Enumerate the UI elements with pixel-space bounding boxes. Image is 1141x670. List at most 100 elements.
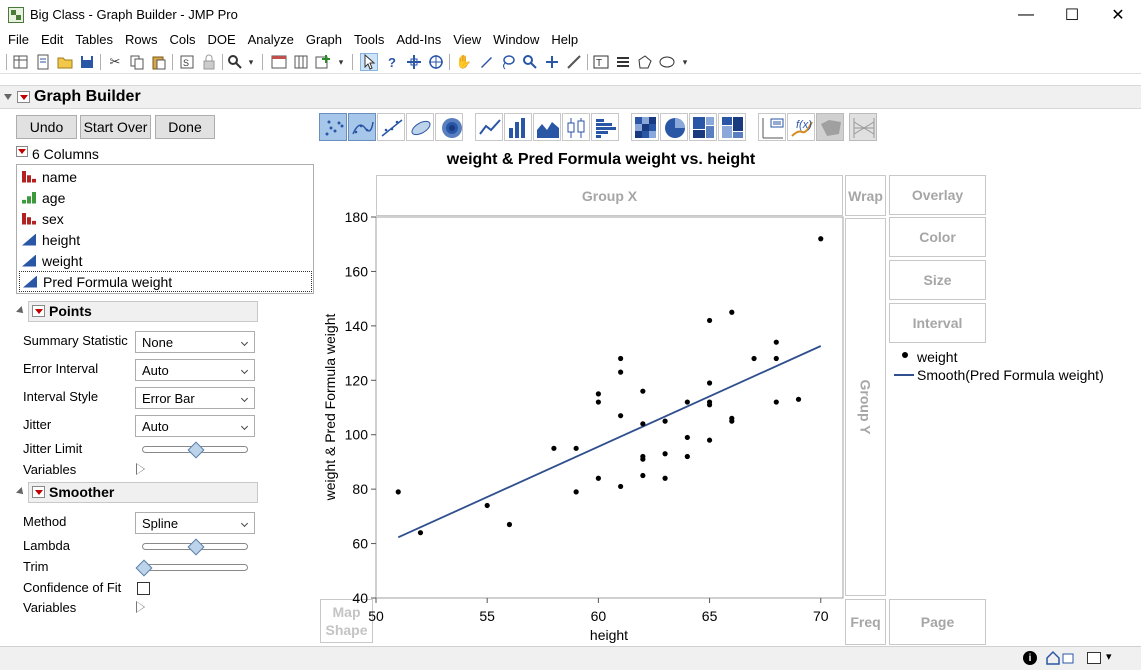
data-table-icon[interactable] bbox=[270, 53, 288, 71]
search-dropdown-icon[interactable]: ▾ bbox=[246, 53, 256, 71]
zoom-tool-icon[interactable] bbox=[521, 53, 539, 71]
histogram-element-icon[interactable] bbox=[591, 113, 619, 141]
menu-graph[interactable]: Graph bbox=[302, 30, 346, 50]
points-menu-icon[interactable] bbox=[32, 305, 45, 317]
jitter-limit-thumb[interactable] bbox=[187, 441, 205, 459]
brush-tool-icon[interactable] bbox=[477, 53, 495, 71]
map-shapes-element-icon[interactable] bbox=[816, 113, 844, 141]
start-over-button[interactable]: Start Over bbox=[80, 115, 151, 139]
crosshair-tool-icon[interactable] bbox=[427, 53, 445, 71]
parallel-element-icon[interactable] bbox=[849, 113, 877, 141]
paste-icon[interactable] bbox=[150, 53, 168, 71]
column-item-weight[interactable]: weight bbox=[19, 250, 312, 271]
window-list-icon[interactable] bbox=[1087, 652, 1101, 664]
trim-thumb[interactable] bbox=[135, 559, 153, 577]
new-data-table-icon[interactable] bbox=[12, 53, 30, 71]
bar-element-icon[interactable] bbox=[504, 113, 532, 141]
heatmap-element-icon[interactable] bbox=[631, 113, 659, 141]
column-item-pred-formula-weight[interactable]: Pred Formula weight bbox=[19, 271, 312, 292]
wrap-zone[interactable]: Wrap bbox=[845, 175, 886, 216]
line-element-icon[interactable] bbox=[475, 113, 503, 141]
column-item-age[interactable]: age bbox=[19, 187, 312, 208]
interval-style-select[interactable]: Error Bar bbox=[135, 387, 255, 409]
undo-button[interactable]: Undo bbox=[16, 115, 77, 139]
menu-window[interactable]: Window bbox=[489, 30, 543, 50]
lambda-thumb[interactable] bbox=[187, 538, 205, 556]
mosaic-element-icon[interactable] bbox=[718, 113, 746, 141]
contour-element-icon[interactable] bbox=[435, 113, 463, 141]
pie-element-icon[interactable] bbox=[660, 113, 688, 141]
line-tool-icon[interactable] bbox=[565, 53, 583, 71]
toolbar-overflow-icon[interactable]: ▾ bbox=[680, 53, 690, 71]
smoother-disclosure-icon[interactable] bbox=[16, 487, 26, 497]
line-of-fit-element-icon[interactable] bbox=[377, 113, 405, 141]
column-table-icon[interactable] bbox=[292, 53, 310, 71]
format-copy-icon[interactable]: S bbox=[178, 53, 196, 71]
points-disclosure-icon[interactable] bbox=[16, 306, 26, 316]
overlay-zone[interactable]: Overlay bbox=[889, 175, 986, 215]
info-icon[interactable]: i bbox=[1023, 651, 1037, 665]
area-element-icon[interactable] bbox=[533, 113, 561, 141]
close-button[interactable]: ✕ bbox=[1095, 0, 1141, 30]
error-interval-select[interactable]: Auto bbox=[135, 359, 255, 381]
group-y-zone[interactable]: Group Y bbox=[845, 218, 886, 596]
column-item-height[interactable]: height bbox=[19, 229, 312, 250]
add-table-dropdown-icon[interactable]: ▾ bbox=[336, 53, 346, 71]
treemap-element-icon[interactable] bbox=[689, 113, 717, 141]
oval-tool-icon[interactable] bbox=[658, 53, 676, 71]
search-icon[interactable] bbox=[226, 53, 244, 71]
freq-zone[interactable]: Freq bbox=[845, 599, 886, 645]
smoother-menu-icon[interactable] bbox=[32, 486, 45, 498]
column-item-name[interactable]: name bbox=[19, 166, 312, 187]
caption-box-element-icon[interactable] bbox=[758, 113, 786, 141]
annotate-tool-icon[interactable]: T bbox=[592, 53, 610, 71]
formula-element-icon[interactable]: f(x) bbox=[787, 113, 815, 141]
menu-file[interactable]: File bbox=[4, 30, 33, 50]
grabber-tool-icon[interactable]: ✋ bbox=[455, 53, 473, 71]
column-item-sex[interactable]: sex bbox=[19, 208, 312, 229]
selection-tool-icon[interactable] bbox=[405, 53, 423, 71]
open-folder-icon[interactable] bbox=[56, 53, 74, 71]
box-plot-element-icon[interactable] bbox=[562, 113, 590, 141]
summary-statistic-select[interactable]: None bbox=[135, 331, 255, 353]
add-table-icon[interactable] bbox=[314, 53, 332, 71]
cut-icon[interactable]: ✂ bbox=[106, 53, 124, 71]
color-zone[interactable]: Color bbox=[889, 217, 986, 257]
maximize-button[interactable]: ☐ bbox=[1049, 0, 1095, 30]
window-list-dropdown-icon[interactable]: ▾ bbox=[1106, 650, 1112, 663]
lasso-tool-icon[interactable] bbox=[499, 53, 517, 71]
jitter-select[interactable]: Auto bbox=[135, 415, 255, 437]
menu-tables[interactable]: Tables bbox=[71, 30, 117, 50]
ellipse-element-icon[interactable] bbox=[406, 113, 434, 141]
menu-cols[interactable]: Cols bbox=[165, 30, 199, 50]
lock-icon[interactable] bbox=[200, 53, 218, 71]
confidence-of-fit-checkbox[interactable] bbox=[137, 582, 150, 595]
scatter-chart[interactable]: weight & Pred Formula weight vs. height … bbox=[315, 140, 850, 646]
menu-addins[interactable]: Add-Ins bbox=[392, 30, 445, 50]
help-tool-icon[interactable]: ? bbox=[383, 53, 401, 71]
new-script-icon[interactable] bbox=[34, 53, 52, 71]
menu-view[interactable]: View bbox=[449, 30, 485, 50]
disclosure-icon[interactable] bbox=[4, 94, 12, 100]
arrow-tool-icon[interactable] bbox=[360, 53, 378, 71]
minimize-button[interactable]: — bbox=[1003, 0, 1049, 30]
interval-zone[interactable]: Interval bbox=[889, 303, 986, 343]
page-zone[interactable]: Page bbox=[889, 599, 986, 645]
points-element-icon[interactable] bbox=[319, 113, 347, 141]
done-button[interactable]: Done bbox=[155, 115, 215, 139]
method-select[interactable]: Spline bbox=[135, 512, 255, 534]
menu-edit[interactable]: Edit bbox=[37, 30, 67, 50]
polygon-tool-icon[interactable] bbox=[636, 53, 654, 71]
trim-slider[interactable] bbox=[142, 564, 248, 571]
menu-rows[interactable]: Rows bbox=[121, 30, 162, 50]
red-triangle-menu-icon[interactable] bbox=[17, 91, 30, 103]
smoother-element-icon[interactable] bbox=[348, 113, 376, 141]
size-zone[interactable]: Size bbox=[889, 260, 986, 300]
menu-doe[interactable]: DOE bbox=[203, 30, 239, 50]
copy-icon[interactable] bbox=[128, 53, 146, 71]
menu-analyze[interactable]: Analyze bbox=[244, 30, 298, 50]
columns-menu-icon[interactable] bbox=[16, 146, 28, 157]
plus-tool-icon[interactable] bbox=[543, 53, 561, 71]
list-tool-icon[interactable] bbox=[614, 53, 632, 71]
save-icon[interactable] bbox=[78, 53, 96, 71]
